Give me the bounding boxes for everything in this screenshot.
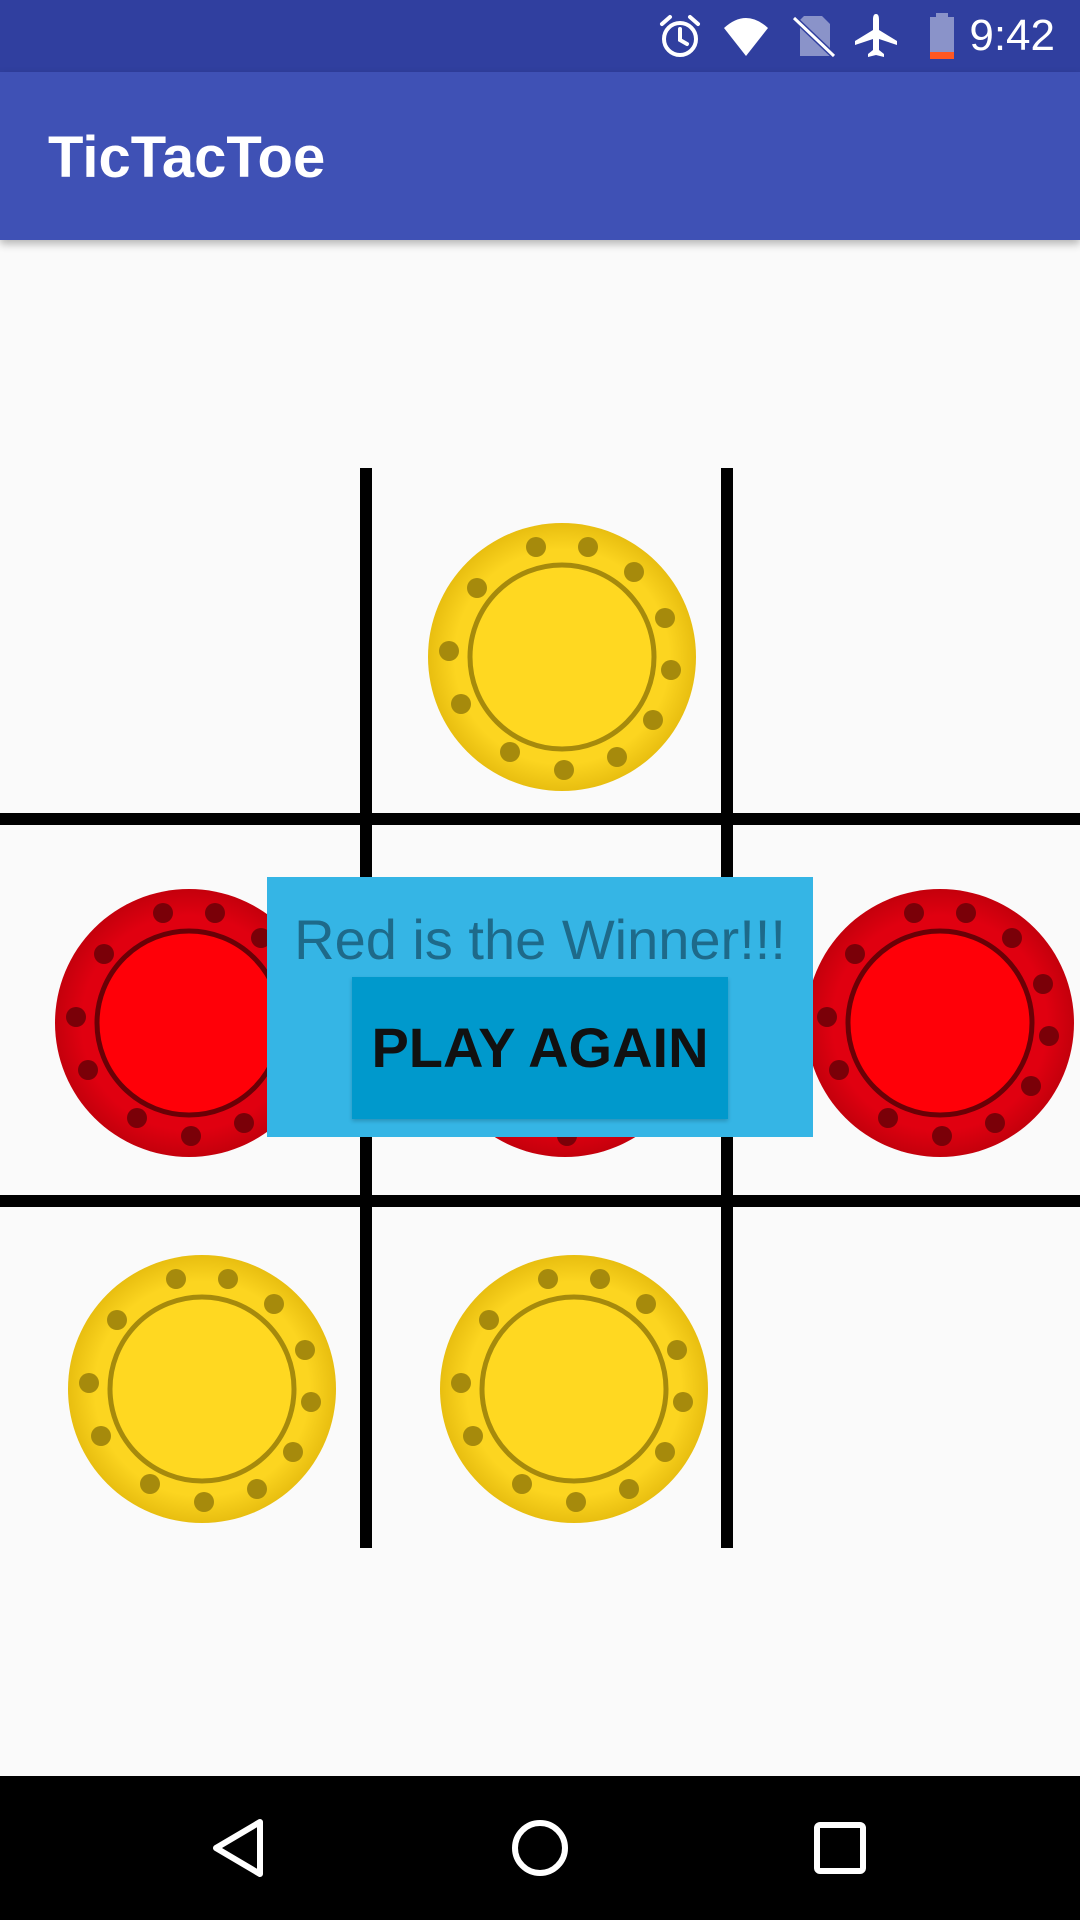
yellow-chip[interactable] bbox=[427, 522, 697, 792]
red-chip-icon bbox=[805, 888, 1075, 1158]
red-chip[interactable] bbox=[805, 888, 1075, 1158]
grid-line-horizontal-bottom bbox=[0, 1195, 1080, 1207]
play-again-button[interactable]: PLAY AGAIN bbox=[352, 977, 728, 1119]
screen: 9:42 TicTacToe Red is the Winner!!! PLAY… bbox=[0, 0, 1080, 1920]
empty-cell[interactable] bbox=[805, 1254, 1075, 1524]
yellow-chip-icon bbox=[67, 1254, 337, 1524]
navigation-bar bbox=[0, 1776, 1080, 1920]
recents-icon[interactable] bbox=[804, 1812, 876, 1884]
yellow-chip[interactable] bbox=[67, 1254, 337, 1524]
empty-cell[interactable] bbox=[805, 522, 1075, 792]
back-icon[interactable] bbox=[204, 1812, 276, 1884]
empty-cell[interactable] bbox=[45, 522, 315, 792]
home-icon[interactable] bbox=[504, 1812, 576, 1884]
winner-panel: Red is the Winner!!! PLAY AGAIN bbox=[267, 877, 813, 1137]
grid-line-horizontal-top bbox=[0, 813, 1080, 825]
winner-message: Red is the Winner!!! bbox=[294, 908, 786, 971]
yellow-chip-icon bbox=[439, 1254, 709, 1524]
yellow-chip[interactable] bbox=[439, 1254, 709, 1524]
yellow-chip-icon bbox=[427, 522, 697, 792]
